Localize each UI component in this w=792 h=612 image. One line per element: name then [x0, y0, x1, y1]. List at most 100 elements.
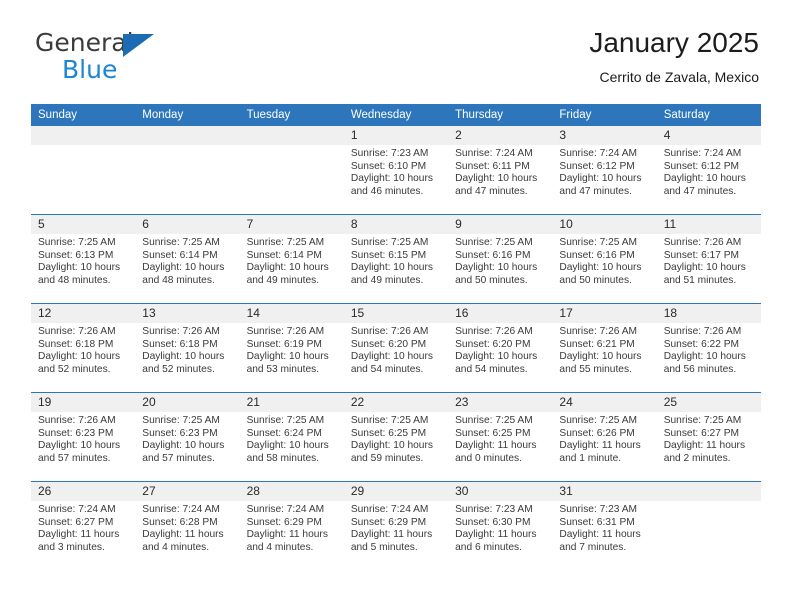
day-number: 24 [559, 395, 573, 409]
sunrise-text: Sunrise: 7:23 AM [350, 148, 429, 159]
day-cell[interactable]: 7 Sunrise: 7:25 AM Sunset: 6:14 PM Daylight… [239, 215, 344, 303]
day-number: 4 [663, 128, 671, 142]
day-details: Sunrise: 7:25 AM Sunset: 6:15 PM Daylight:… [344, 234, 448, 287]
day-cell[interactable]: 28 Sunrise: 7:24 AM Sunset: 6:29 PM Dayligh… [239, 482, 344, 571]
day-cell[interactable]: 29 Sunrise: 7:24 AM Sunset: 6:29 PM Dayligh… [343, 482, 449, 571]
sunset-text: Sunset: 6:17 PM [663, 249, 740, 261]
general-blue-logo[interactable]: General Blue [31, 26, 261, 90]
day-cell[interactable]: 23 Sunrise: 7:25 AM Sunset: 6:25 PM Dayligh… [448, 393, 553, 481]
day-number: 1 [350, 128, 358, 142]
daylight-text-line1: Daylight: 10 hours [246, 262, 329, 274]
sunset-text: Sunset: 6:24 PM [246, 427, 322, 439]
sunset-text: Sunset: 6:29 PM [350, 516, 427, 528]
day-details: Sunrise: 7:24 AM Sunset: 6:12 PM Daylight:… [657, 145, 761, 198]
day-details: Sunrise: 7:24 AM Sunset: 6:11 PM Daylight:… [448, 145, 552, 198]
day-cell[interactable]: 3 Sunrise: 7:24 AM Sunset: 6:12 PM Daylight… [552, 126, 657, 214]
day-cell[interactable]: 6 Sunrise: 7:25 AM Sunset: 6:14 PM Daylight… [135, 215, 240, 303]
day-number: 21 [246, 395, 260, 409]
day-cell[interactable]: 12 Sunrise: 7:26 AM Sunset: 6:18 PM Dayligh… [31, 304, 136, 392]
day-cell[interactable]: 2 Sunrise: 7:24 AM Sunset: 6:11 PM Daylight… [448, 126, 553, 214]
daylight-text-line2: and 6 minutes. [455, 541, 522, 553]
day-cell[interactable]: 9 Sunrise: 7:25 AM Sunset: 6:16 PM Daylight… [448, 215, 553, 303]
sunset-text: Sunset: 6:31 PM [559, 516, 635, 528]
sunrise-text: Sunrise: 7:25 AM [350, 415, 429, 426]
sunrise-text: Sunrise: 7:23 AM [455, 504, 533, 515]
daylight-text-line2: and 2 minutes. [663, 452, 731, 464]
daylight-text-line1: Daylight: 10 hours [350, 351, 433, 363]
weekday-header-sunday: Sunday [38, 109, 78, 121]
day-cell[interactable]: 10 Sunrise: 7:25 AM Sunset: 6:16 PM Dayligh… [552, 215, 657, 303]
day-details: Sunrise: 7:25 AM Sunset: 6:16 PM Daylight:… [448, 234, 552, 287]
day-cell[interactable]: 4 Sunrise: 7:24 AM Sunset: 6:12 PM Daylight… [656, 126, 761, 214]
day-number: 12 [38, 306, 52, 320]
day-cell[interactable]: 17 Sunrise: 7:26 AM Sunset: 6:21 PM Dayligh… [552, 304, 657, 392]
day-cell[interactable]: 25 Sunrise: 7:25 AM Sunset: 6:27 PM Dayligh… [656, 393, 761, 481]
day-cell[interactable]: 31 Sunrise: 7:23 AM Sunset: 6:31 PM Dayligh… [552, 482, 657, 571]
day-details: Sunrise: 7:26 AM Sunset: 6:23 PM Daylight:… [31, 412, 135, 465]
day-cell[interactable]: 30 Sunrise: 7:23 AM Sunset: 6:30 PM Dayligh… [448, 482, 553, 571]
sunrise-text: Sunrise: 7:26 AM [246, 326, 325, 337]
daylight-text-line2: and 55 minutes. [559, 363, 632, 375]
daylight-text-line1: Daylight: 10 hours [350, 173, 433, 185]
daylight-text-line1: Daylight: 10 hours [38, 262, 121, 274]
sunset-text: Sunset: 6:28 PM [142, 516, 218, 528]
day-cell[interactable]: 27 Sunrise: 7:24 AM Sunset: 6:28 PM Dayligh… [135, 482, 240, 571]
page-subtitle: Cerrito de Zavala, Mexico [599, 69, 759, 85]
day-number-band [135, 215, 240, 234]
daylight-text-line2: and 58 minutes. [246, 452, 320, 464]
day-cell[interactable]: 22 Sunrise: 7:25 AM Sunset: 6:25 PM Dayligh… [343, 393, 449, 481]
sunrise-text: Sunrise: 7:25 AM [559, 415, 637, 426]
sunrise-text: Sunrise: 7:24 AM [38, 504, 116, 515]
day-cell[interactable]: 15 Sunrise: 7:26 AM Sunset: 6:20 PM Dayligh… [343, 304, 449, 392]
daylight-text-line1: Daylight: 11 hours [559, 529, 641, 541]
daylight-text-line2: and 51 minutes. [663, 274, 737, 286]
daylight-text-line2: and 5 minutes. [350, 541, 418, 553]
day-number-band [135, 126, 240, 145]
day-cell[interactable]: 13 Sunrise: 7:26 AM Sunset: 6:18 PM Dayligh… [135, 304, 240, 392]
daylight-text-line2: and 54 minutes. [350, 363, 424, 375]
day-number: 23 [455, 395, 469, 409]
calendar-week-row: 12 Sunrise: 7:26 AM Sunset: 6:18 PM Dayligh… [31, 304, 761, 393]
sunset-text: Sunset: 6:11 PM [455, 160, 530, 172]
day-cell[interactable]: 16 Sunrise: 7:26 AM Sunset: 6:20 PM Dayligh… [448, 304, 553, 392]
day-number-band [448, 126, 553, 145]
day-number: 30 [455, 484, 469, 498]
day-number: 18 [663, 306, 678, 320]
day-number: 3 [559, 128, 567, 142]
day-number-band [239, 215, 344, 234]
daylight-text-line2: and 1 minute. [559, 452, 622, 464]
day-cell-empty [135, 126, 240, 214]
day-cell[interactable]: 21 Sunrise: 7:25 AM Sunset: 6:24 PM Dayligh… [239, 393, 344, 481]
sunset-text: Sunset: 6:20 PM [455, 338, 531, 350]
logo-triangle-icon [123, 34, 154, 57]
day-number: 27 [142, 484, 156, 498]
daylight-text-line1: Daylight: 10 hours [38, 440, 121, 452]
daylight-text-line2: and 49 minutes. [350, 274, 424, 286]
day-cell[interactable]: 20 Sunrise: 7:25 AM Sunset: 6:23 PM Dayligh… [135, 393, 240, 481]
day-cell[interactable]: 8 Sunrise: 7:25 AM Sunset: 6:15 PM Daylight… [343, 215, 449, 303]
day-number-band [656, 482, 761, 501]
day-number: 14 [246, 306, 260, 320]
day-cell[interactable]: 11 Sunrise: 7:26 AM Sunset: 6:17 PM Dayligh… [656, 215, 761, 303]
sunset-text: Sunset: 6:12 PM [559, 160, 635, 172]
day-cell[interactable]: 19 Sunrise: 7:26 AM Sunset: 6:23 PM Dayligh… [31, 393, 136, 481]
day-cell[interactable]: 1 Sunrise: 7:23 AM Sunset: 6:10 PM Daylight… [343, 126, 449, 214]
day-details: Sunrise: 7:24 AM Sunset: 6:29 PM Daylight:… [240, 501, 344, 554]
day-cell[interactable]: 14 Sunrise: 7:26 AM Sunset: 6:19 PM Dayligh… [239, 304, 344, 392]
daylight-text-line1: Daylight: 10 hours [246, 440, 329, 452]
sunrise-text: Sunrise: 7:25 AM [142, 237, 220, 248]
sunrise-text: Sunrise: 7:25 AM [38, 237, 116, 248]
day-details: Sunrise: 7:26 AM Sunset: 6:18 PM Daylight:… [31, 323, 135, 376]
sunset-text: Sunset: 6:27 PM [38, 516, 114, 528]
daylight-text-line1: Daylight: 10 hours [142, 351, 225, 363]
daylight-text-line1: Daylight: 11 hours [38, 529, 120, 541]
daylight-text-line2: and 47 minutes. [455, 185, 528, 197]
day-cell[interactable]: 18 Sunrise: 7:26 AM Sunset: 6:22 PM Dayligh… [656, 304, 761, 392]
day-cell[interactable]: 26 Sunrise: 7:24 AM Sunset: 6:27 PM Dayligh… [31, 482, 136, 571]
sunset-text: Sunset: 6:14 PM [246, 249, 322, 261]
day-number: 29 [350, 484, 365, 498]
day-cell[interactable]: 5 Sunrise: 7:25 AM Sunset: 6:13 PM Daylight… [31, 215, 136, 303]
daylight-text-line2: and 4 minutes. [246, 541, 314, 553]
sunset-text: Sunset: 6:23 PM [142, 427, 218, 439]
day-cell[interactable]: 24 Sunrise: 7:25 AM Sunset: 6:26 PM Dayligh… [552, 393, 657, 481]
